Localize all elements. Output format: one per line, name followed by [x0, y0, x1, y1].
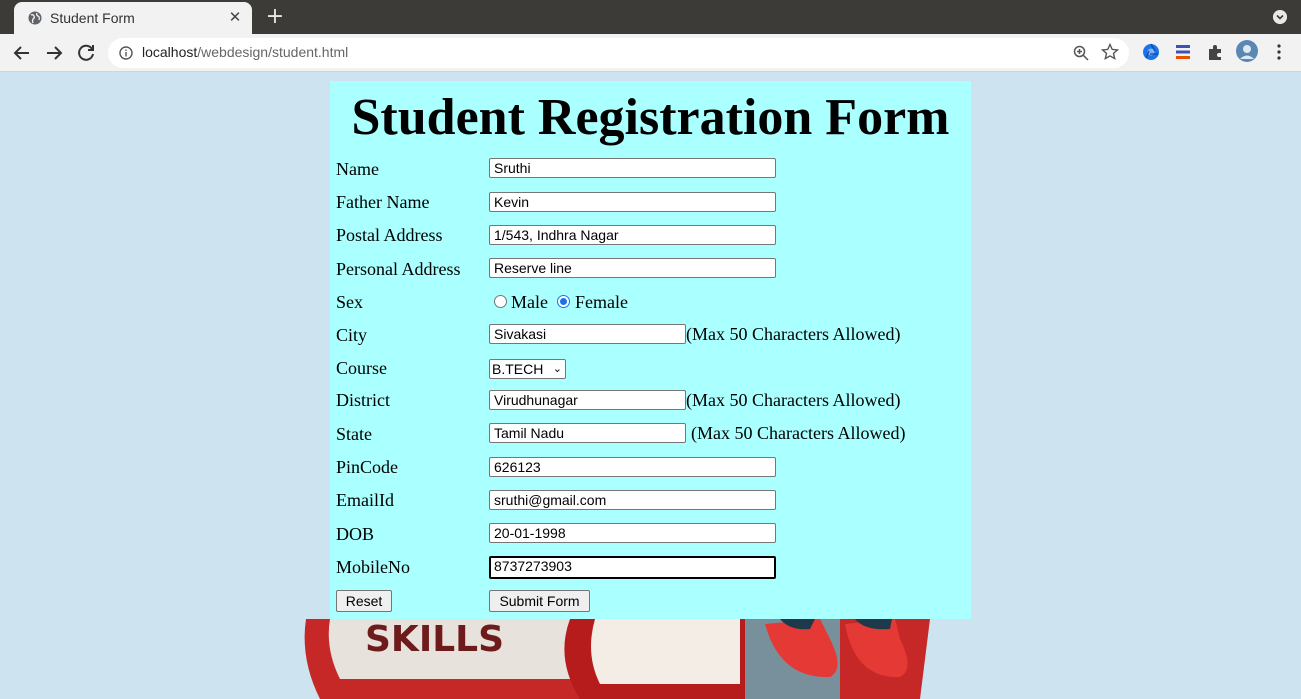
bookmark-star-icon[interactable]: [1101, 43, 1119, 61]
state-label: State: [336, 424, 372, 444]
city-note: (Max 50 Characters Allowed): [686, 324, 901, 344]
books-background-illustration: SKILLS: [304, 619, 930, 699]
father-name-label: Father Name: [336, 192, 430, 212]
back-icon[interactable]: [10, 41, 34, 65]
pincode-input[interactable]: 626123: [489, 457, 776, 477]
browser-tab-bar: Student Form ✕ +: [0, 0, 1301, 34]
url-text: localhost/webdesign/student.html: [142, 44, 348, 60]
male-radio[interactable]: [494, 295, 507, 308]
name-input[interactable]: Sruthi: [489, 158, 776, 178]
name-label: Name: [336, 159, 379, 179]
reset-button[interactable]: Reset: [336, 590, 392, 612]
city-input[interactable]: Sivakasi: [489, 324, 686, 344]
state-input[interactable]: Tamil Nadu: [489, 423, 686, 443]
sex-label: Sex: [336, 292, 363, 312]
male-radio-label: Male: [511, 292, 548, 312]
reload-icon[interactable]: [74, 41, 98, 65]
personal-address-label: Personal Address: [336, 259, 461, 279]
globe-icon: [28, 11, 42, 25]
address-bar[interactable]: localhost/webdesign/student.html: [108, 38, 1129, 68]
close-tab-icon[interactable]: ✕: [226, 8, 244, 26]
url-host: localhost: [142, 44, 198, 60]
postal-address-label: Postal Address: [336, 225, 443, 245]
female-radio[interactable]: [557, 295, 570, 308]
city-label: City: [336, 325, 368, 345]
skills-text: SKILLS: [365, 619, 504, 660]
registration-form: Student Registration Form Name Sruthi Fa…: [330, 81, 971, 619]
new-tab-icon[interactable]: +: [262, 4, 288, 30]
course-selected-value: B.TECH: [492, 361, 544, 377]
url-path: /webdesign/student.html: [197, 44, 349, 60]
mobile-label: MobileNo: [336, 557, 410, 577]
submit-button[interactable]: Submit Form: [489, 590, 590, 612]
postal-address-input[interactable]: 1/543, Indhra Nagar: [489, 225, 776, 245]
browser-menu-icon[interactable]: [1270, 43, 1288, 61]
mobile-input[interactable]: 8737273903: [489, 556, 776, 579]
forward-icon[interactable]: [42, 41, 66, 65]
info-icon[interactable]: [119, 46, 133, 60]
district-input[interactable]: Virudhunagar: [489, 390, 686, 410]
extension-list-icon[interactable]: [1174, 43, 1192, 61]
email-input[interactable]: sruthi@gmail.com: [489, 490, 776, 510]
chevron-down-icon: ⌄: [552, 362, 562, 375]
state-note: (Max 50 Characters Allowed): [691, 423, 906, 443]
district-note: (Max 50 Characters Allowed): [686, 390, 901, 410]
personal-address-input[interactable]: Reserve line: [489, 258, 776, 278]
browser-tab[interactable]: Student Form ✕: [14, 2, 252, 34]
course-select[interactable]: B.TECH ⌄: [489, 359, 566, 379]
course-label: Course: [336, 358, 387, 378]
form-heading: Student Registration Form: [351, 89, 950, 146]
extensions-puzzle-icon[interactable]: [1206, 43, 1224, 61]
dob-label: DOB: [336, 524, 375, 544]
email-label: EmailId: [336, 490, 394, 510]
browser-toolbar: localhost/webdesign/student.html: [0, 34, 1301, 72]
dob-input[interactable]: 20-01-1998: [489, 523, 776, 543]
profile-avatar[interactable]: [1236, 40, 1258, 62]
tab-title: Student Form: [50, 10, 135, 26]
female-radio-label: Female: [575, 292, 628, 312]
zoom-icon[interactable]: [1073, 45, 1089, 61]
extension-chrome-icon[interactable]: [1142, 43, 1160, 61]
pincode-label: PinCode: [336, 457, 399, 477]
father-name-input[interactable]: Kevin: [489, 192, 776, 212]
tab-search-icon[interactable]: [1273, 10, 1287, 24]
district-label: District: [336, 390, 390, 410]
